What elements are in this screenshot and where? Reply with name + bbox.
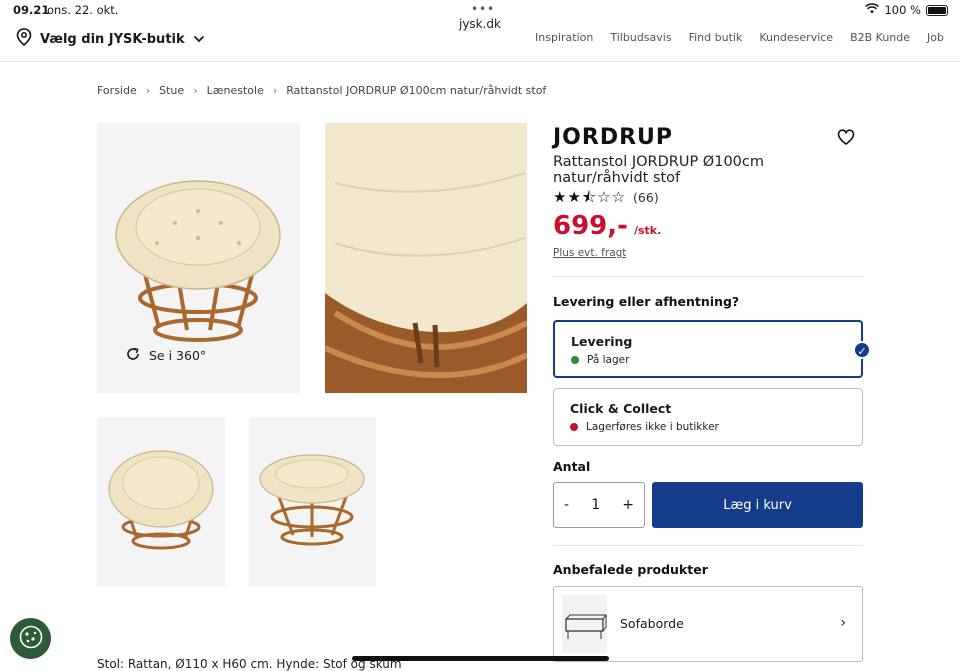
price: 699,- bbox=[553, 211, 628, 241]
chevron-right-icon: › bbox=[145, 84, 151, 97]
chevron-right-icon: › bbox=[272, 84, 278, 97]
home-indicator[interactable] bbox=[352, 656, 609, 661]
freight-link[interactable]: Plus evt. fragt bbox=[553, 247, 863, 259]
heart-icon[interactable] bbox=[837, 129, 855, 149]
star-full-icon: ★ bbox=[553, 188, 567, 206]
star-empty-icon: ☆ bbox=[611, 188, 626, 206]
chevron-down-icon bbox=[193, 32, 205, 47]
battery-icon bbox=[926, 4, 948, 16]
breadcrumb-item[interactable]: Lænestole bbox=[207, 84, 264, 97]
store-picker[interactable]: Vælg din JYSK-butik bbox=[16, 28, 205, 50]
stock-status-text: Lagerføres ikke i butikker bbox=[586, 421, 719, 433]
product-details: JORDRUP Rattanstol JORDRUP Ø100cm natur/… bbox=[553, 125, 863, 259]
more-dots-icon[interactable]: ••• bbox=[471, 2, 495, 16]
price-row: 699,- /stk. bbox=[553, 211, 863, 241]
nav-link-inspiration[interactable]: Inspiration bbox=[535, 31, 593, 44]
review-count: (66) bbox=[633, 190, 659, 205]
star-full-icon: ★ bbox=[567, 188, 581, 206]
header-links: Inspiration Tilbudsavis Find butik Kunde… bbox=[535, 31, 944, 44]
option-stock: Lagerføres ikke i butikker bbox=[570, 421, 846, 433]
store-picker-label: Vælg din JYSK-butik bbox=[40, 31, 185, 47]
see-360-label: Se i 360° bbox=[149, 348, 207, 363]
checkmark-icon: ✓ bbox=[853, 341, 871, 359]
status-right: 100 % bbox=[865, 3, 948, 17]
product-thumbnail-2[interactable] bbox=[249, 417, 376, 587]
coffee-table-thumbnail bbox=[562, 595, 607, 653]
rating[interactable]: ★ ★ ⯪ ☆ ☆ (66) bbox=[553, 190, 863, 206]
cookie-settings-button[interactable] bbox=[10, 618, 51, 659]
divider bbox=[553, 545, 863, 546]
breadcrumb-item[interactable]: Stue bbox=[159, 84, 184, 97]
delivery-heading: Levering eller afhentning? bbox=[553, 294, 740, 309]
recommended-item[interactable]: Sofaborde › bbox=[553, 586, 863, 662]
wifi-icon bbox=[865, 3, 880, 17]
nav-link-find-butik[interactable]: Find butik bbox=[689, 31, 743, 44]
chevron-right-icon: › bbox=[193, 84, 198, 97]
option-title: Levering bbox=[571, 334, 633, 349]
price-unit: /stk. bbox=[633, 224, 662, 237]
chevron-right-icon: › bbox=[840, 615, 846, 631]
quantity-value[interactable]: 1 bbox=[591, 497, 600, 513]
product-image-main[interactable]: Se i 360° bbox=[97, 123, 300, 393]
cookie-icon bbox=[18, 624, 44, 654]
stock-status-text: På lager bbox=[587, 354, 630, 366]
breadcrumb-current: Rattanstol JORDRUP Ø100cm natur/råhvidt … bbox=[286, 84, 547, 97]
nav-link-kundeservice[interactable]: Kundeservice bbox=[759, 31, 833, 44]
chair-side-thumbnail bbox=[259, 454, 365, 546]
divider bbox=[553, 276, 863, 277]
quantity-stepper: - 1 + bbox=[553, 482, 645, 528]
see-360-button[interactable]: Se i 360° bbox=[125, 346, 206, 365]
location-pin-icon bbox=[16, 28, 32, 50]
breadcrumb: Forside › Stue › Lænestole › Rattanstol … bbox=[97, 84, 546, 97]
nav-link-b2b[interactable]: B2B Kunde bbox=[850, 31, 910, 44]
cushion-detail-image bbox=[325, 123, 527, 393]
stock-status-dot bbox=[570, 423, 578, 431]
delivery-option-click-collect[interactable]: Click & Collect Lagerføres ikke i butikk… bbox=[553, 388, 863, 446]
delivery-option-levering[interactable]: Levering På lager ✓ bbox=[553, 320, 871, 378]
status-time: 09.21 bbox=[13, 3, 50, 17]
product-brand: JORDRUP bbox=[553, 125, 674, 150]
star-half-icon: ⯪ bbox=[581, 188, 597, 206]
rating-stars: ★ ★ ⯪ ☆ ☆ bbox=[553, 190, 625, 205]
quantity-heading: Antal bbox=[553, 459, 591, 474]
option-title: Click & Collect bbox=[570, 401, 672, 416]
battery-percent: 100 % bbox=[884, 3, 921, 17]
quantity-plus-button[interactable]: + bbox=[622, 497, 634, 513]
product-image-detail[interactable] bbox=[325, 123, 527, 393]
product-name: Rattanstol JORDRUP Ø100cm natur/råhvidt … bbox=[553, 154, 764, 186]
add-to-cart-button[interactable]: Læg i kurv bbox=[652, 482, 863, 528]
option-stock: På lager bbox=[571, 354, 845, 366]
nav-link-job[interactable]: Job bbox=[927, 31, 944, 44]
star-empty-icon: ☆ bbox=[597, 188, 611, 206]
breadcrumb-item[interactable]: Forside bbox=[97, 84, 137, 97]
chair-front-thumbnail bbox=[108, 450, 214, 550]
quantity-minus-button[interactable]: - bbox=[564, 497, 569, 513]
recommended-heading: Anbefalede produkter bbox=[553, 562, 708, 577]
top-navigation: Vælg din JYSK-butik Inspiration Tilbudsa… bbox=[0, 26, 960, 62]
status-date: ons. 22. okt. bbox=[47, 3, 119, 17]
nav-link-tilbudsavis[interactable]: Tilbudsavis bbox=[610, 31, 671, 44]
recommended-item-label: Sofaborde bbox=[620, 616, 684, 631]
rotate-icon bbox=[125, 346, 141, 365]
stock-status-dot bbox=[571, 356, 579, 364]
product-thumbnail-1[interactable] bbox=[97, 417, 225, 587]
